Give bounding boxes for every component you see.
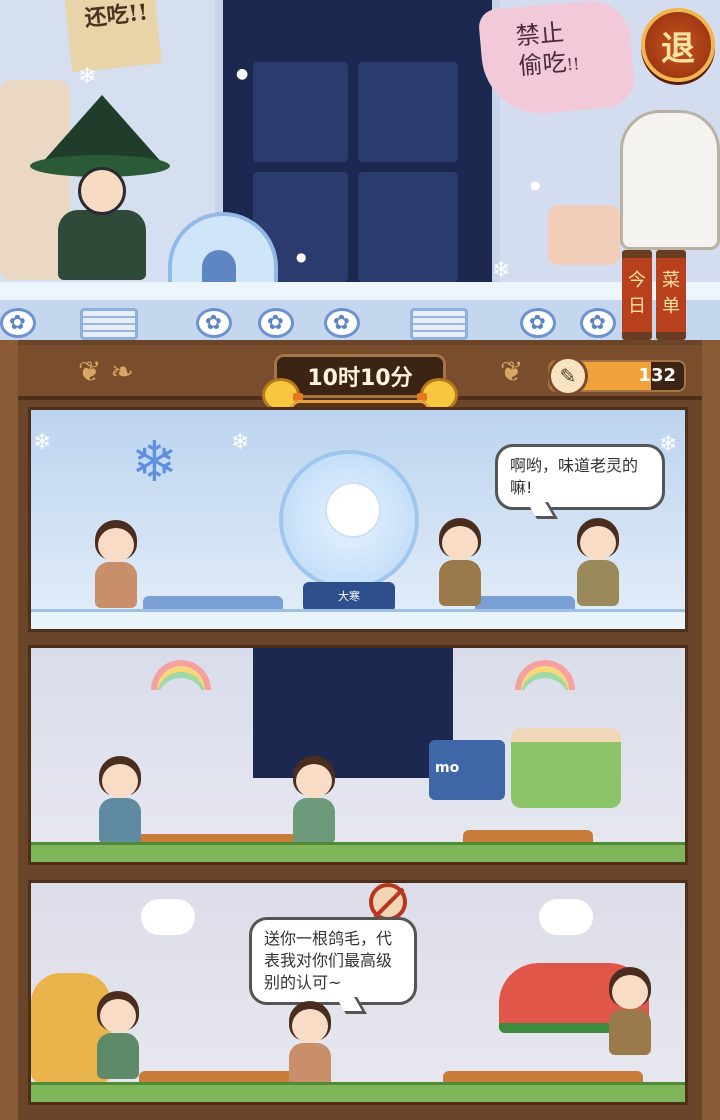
shelf-fruit: 送你一根鸽毛，代表我对你们最高级别的认可~ [28, 880, 688, 1105]
menu-scroll-left: 今日 [622, 250, 652, 340]
customer-npc[interactable] [89, 520, 143, 610]
snowflake-icon: ● [296, 250, 307, 264]
ban-sign-tail: !! [565, 54, 581, 75]
snowflake-icon: ❄ [33, 430, 52, 455]
ban-sign-line2: 偷吃 [517, 48, 568, 81]
tile [324, 308, 360, 338]
ornament-icon: ❦ ❧ [78, 355, 134, 388]
tile [0, 308, 36, 338]
npc-body [609, 1009, 651, 1055]
tile [196, 308, 232, 338]
snowflake-icon: ● [530, 178, 541, 192]
cloud-decoration [539, 899, 593, 935]
paper-note: 还吃!! [64, 0, 162, 73]
igloo-door [202, 250, 236, 286]
npc-head [102, 764, 138, 798]
customer-npc[interactable] [603, 967, 657, 1057]
globe-base-label: 大寒 [303, 582, 395, 612]
matcha-cake [511, 728, 621, 808]
witch-robe [58, 210, 146, 280]
customer-npc[interactable] [287, 756, 341, 846]
tile [258, 308, 294, 338]
npc-head [442, 526, 478, 560]
exit-button[interactable]: 退 [641, 8, 715, 82]
customer-npc[interactable] [93, 756, 147, 846]
tile [520, 308, 556, 338]
npc-body [293, 798, 335, 844]
speech-bubble: 送你一根鸽毛，代表我对你们最高级别的认可~ [249, 917, 417, 1005]
cloud-decoration [141, 899, 195, 935]
feather-icon: ✎ [548, 356, 588, 396]
snowflake-icon: ❄ [78, 64, 97, 89]
vent-grate [80, 308, 138, 340]
canned-food: mo [429, 740, 505, 800]
witch-face [78, 167, 126, 215]
shelf-winter: ❄ ❄ ❄ ❄ 大寒 啊哟，味道老灵的嘛! [28, 407, 688, 632]
witch-character[interactable] [30, 95, 170, 285]
shelf-floor [31, 842, 685, 862]
snowflake-decoration-icon: ❄ [131, 430, 178, 495]
window-pane [358, 172, 458, 282]
rainbow-decoration [151, 660, 211, 690]
window-pane [358, 62, 458, 162]
cow-milk-jar [620, 110, 720, 250]
npc-body [577, 560, 619, 606]
night-window-back [253, 648, 453, 778]
top-scene: 还吃!! 禁止 偷吃!! ❄ ● ❄ ● ● [0, 0, 720, 345]
customer-npc[interactable] [91, 991, 145, 1081]
npc-body [95, 562, 137, 608]
snowflake-icon: ● [236, 66, 249, 82]
today-menu-button[interactable]: 今日 菜单 [622, 250, 686, 340]
snowflake-icon: ❄ [492, 258, 511, 283]
shelf-pantry: mo [28, 645, 688, 865]
ban-sign-line1: 禁止 [514, 18, 566, 51]
npc-body [99, 798, 141, 844]
npc-head [612, 975, 648, 1009]
tile [580, 308, 616, 338]
shelf-floor [31, 1082, 685, 1102]
ornament-icon: ❦ [500, 355, 524, 388]
window-pane [253, 62, 348, 162]
rainbow-decoration [515, 660, 575, 690]
stamina-value: 132 [638, 365, 676, 386]
pink-jar [548, 205, 620, 265]
npc-head [580, 526, 616, 560]
npc-head [100, 999, 136, 1033]
npc-body [97, 1033, 139, 1079]
snowflake-icon: ❄ [231, 430, 250, 455]
vent-grate [410, 308, 468, 340]
npc-body [439, 560, 481, 606]
customer-npc[interactable] [571, 518, 625, 608]
snowman-figure [325, 482, 381, 538]
customer-npc[interactable] [433, 518, 487, 608]
no-bread-icon [369, 883, 407, 921]
shelf-floor [31, 609, 685, 629]
npc-head [98, 528, 134, 562]
npc-head [292, 1009, 328, 1043]
tile-strip [0, 300, 720, 345]
speech-bubble: 啊哟，味道老灵的嘛! [495, 444, 665, 510]
npc-head [296, 764, 332, 798]
customer-npc[interactable] [283, 1001, 337, 1091]
snow-globe[interactable] [279, 450, 419, 590]
menu-scroll-right: 菜单 [656, 250, 686, 340]
